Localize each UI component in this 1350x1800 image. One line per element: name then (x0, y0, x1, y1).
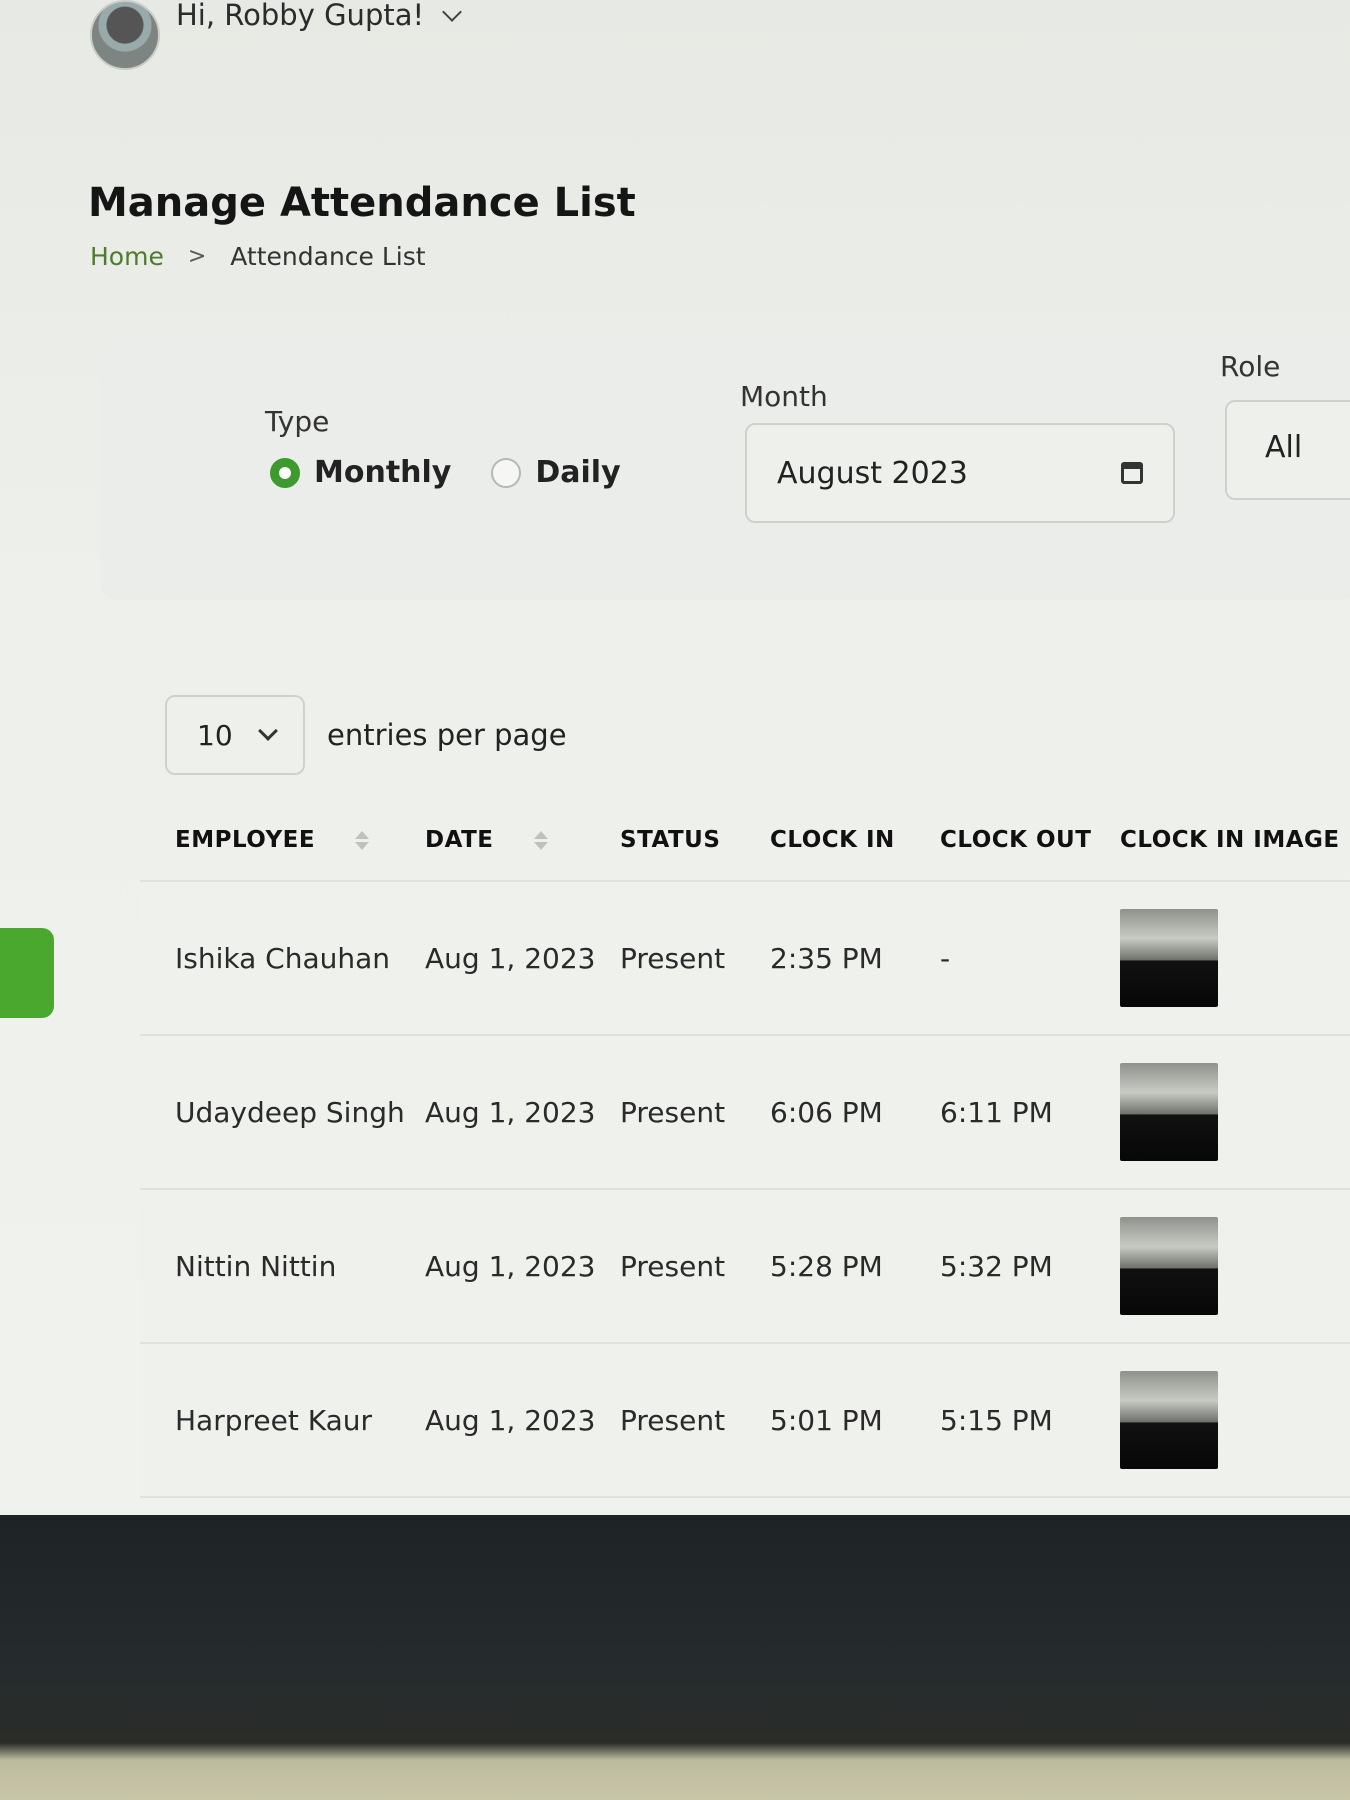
greeting-text: Hi, Robby Gupta! (176, 0, 425, 32)
table-row: Harpreet Kaur Aug 1, 2023 Present 5:01 P… (140, 1344, 1350, 1498)
entries-value: 10 (197, 718, 233, 752)
cell-clock-in: 5:28 PM (770, 1249, 883, 1283)
entries-control: 10 entries per page (165, 695, 567, 775)
greeting[interactable]: Hi, Robby Gupta! (176, 0, 463, 32)
column-header-clock-in[interactable]: CLOCK IN (770, 827, 940, 853)
column-header-label: DATE (425, 827, 494, 853)
cell-status: Present (620, 1249, 726, 1283)
side-tab[interactable] (0, 928, 54, 1018)
entries-per-page-select[interactable]: 10 (165, 695, 305, 775)
cell-employee: Harpreet Kaur (175, 1403, 373, 1437)
type-label: Type (265, 405, 330, 438)
role-value: All (1265, 430, 1303, 465)
column-header-clock-out[interactable]: CLOCK OUT (940, 827, 1120, 853)
month-picker[interactable]: August 2023 (745, 423, 1175, 523)
clock-in-image-thumbnail[interactable] (1120, 1063, 1218, 1161)
table-row: Nittin Nittin Aug 1, 2023 Present 5:28 P… (140, 1190, 1350, 1344)
column-header-date[interactable]: DATE (425, 827, 620, 853)
cell-clock-in: 6:06 PM (770, 1095, 883, 1129)
cell-clock-in: 5:01 PM (770, 1403, 883, 1437)
table-row: Udaydeep Singh Aug 1, 2023 Present 6:06 … (140, 1036, 1350, 1190)
cell-employee: Nittin Nittin (175, 1249, 337, 1283)
cell-status: Present (620, 1095, 726, 1129)
cell-status: Present (620, 941, 726, 975)
radio-daily-label: Daily (535, 455, 621, 490)
clock-in-image-thumbnail[interactable] (1120, 1217, 1218, 1315)
clock-in-image-thumbnail[interactable] (1120, 909, 1218, 1007)
sort-icon[interactable] (533, 830, 548, 850)
breadcrumb-separator: > (187, 244, 207, 269)
cell-date: Aug 1, 2023 (425, 1403, 596, 1437)
breadcrumb-home-link[interactable]: Home (90, 242, 164, 271)
clock-in-image-thumbnail[interactable] (1120, 1371, 1218, 1469)
breadcrumb-current: Attendance List (230, 242, 426, 271)
month-label: Month (740, 380, 828, 413)
sort-icon[interactable] (355, 830, 370, 850)
cell-clock-out: 5:15 PM (940, 1403, 1053, 1437)
cell-clock-out: 6:11 PM (940, 1095, 1053, 1129)
chevron-down-icon (257, 721, 278, 741)
radio-monthly[interactable]: Monthly (270, 455, 451, 490)
cell-status: Present (620, 1403, 726, 1437)
cell-clock-in: 2:35 PM (770, 941, 883, 975)
page-title: Manage Attendance List (88, 180, 636, 226)
calendar-icon[interactable] (1121, 462, 1143, 484)
entries-label: entries per page (327, 718, 567, 752)
chevron-down-icon[interactable] (442, 2, 463, 22)
cell-employee: Udaydeep Singh (175, 1095, 405, 1129)
screen: Hi, Robby Gupta! Manage Attendance List … (0, 0, 1350, 1530)
radio-daily-icon[interactable] (491, 457, 522, 488)
column-header-employee[interactable]: EMPLOYEE (175, 827, 425, 853)
radio-daily[interactable]: Daily (491, 455, 621, 490)
month-value: August 2023 (777, 455, 968, 491)
type-radio-group: Monthly Daily (270, 455, 621, 490)
cell-date: Aug 1, 2023 (425, 941, 596, 975)
column-header-label: EMPLOYEE (175, 827, 316, 853)
radio-monthly-label: Monthly (314, 455, 452, 490)
table-row: Ishika Chauhan Aug 1, 2023 Present 2:35 … (140, 882, 1350, 1036)
radio-monthly-icon[interactable] (270, 457, 300, 488)
filter-card: Type Monthly Daily Month August 2023 Rol… (100, 335, 1350, 600)
user-menu[interactable]: Hi, Robby Gupta! (90, 0, 463, 70)
cell-date: Aug 1, 2023 (425, 1095, 596, 1129)
role-label: Role (1220, 350, 1281, 383)
cell-clock-out: 5:32 PM (940, 1249, 1053, 1283)
monitor-bezel (0, 1515, 1350, 1800)
cell-date: Aug 1, 2023 (425, 1249, 596, 1283)
column-header-clock-in-image[interactable]: CLOCK IN IMAGE (1120, 827, 1350, 853)
attendance-table: EMPLOYEE DATE STATUS CLOCK IN CLOCK OUT … (140, 800, 1350, 1498)
cell-clock-out: - (940, 941, 951, 975)
column-header-status[interactable]: STATUS (620, 827, 770, 853)
avatar[interactable] (90, 0, 160, 70)
breadcrumb: Home > Attendance List (90, 242, 426, 271)
role-select[interactable]: All (1225, 400, 1350, 500)
cell-employee: Ishika Chauhan (175, 941, 391, 975)
table-header: EMPLOYEE DATE STATUS CLOCK IN CLOCK OUT … (140, 800, 1350, 882)
